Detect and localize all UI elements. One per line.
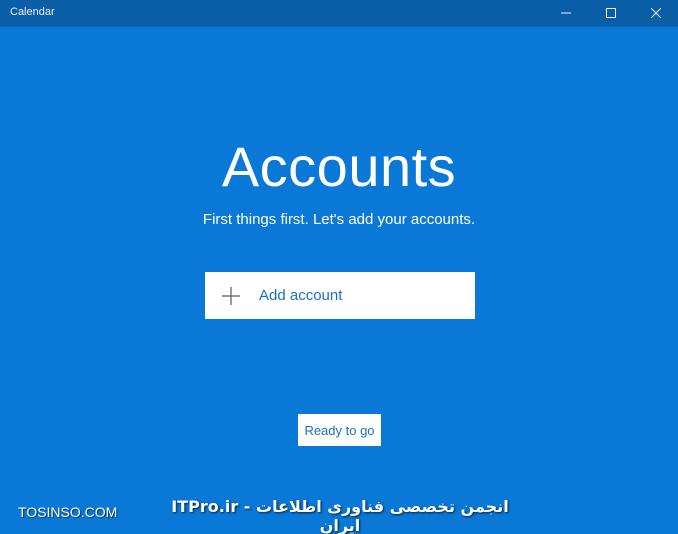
calendar-window: Calendar Accounts First things first. Le… <box>0 0 678 534</box>
app-title: Calendar <box>10 6 55 18</box>
watermark-left: TOSINSO.COM <box>18 504 118 520</box>
title-bar[interactable]: Calendar <box>0 0 678 27</box>
ready-to-go-button[interactable]: Ready to go <box>298 414 381 446</box>
maximize-icon <box>605 8 616 18</box>
page-title: Accounts <box>221 135 457 198</box>
window-controls <box>543 0 678 26</box>
page-subtitle: First things first. Let's add your accou… <box>202 211 476 228</box>
minimize-icon <box>560 12 571 14</box>
close-icon <box>650 8 661 18</box>
add-account-label: Add account <box>259 287 343 304</box>
close-button[interactable] <box>633 0 678 26</box>
plus-icon <box>221 286 241 306</box>
watermark-center: ITPro.ir - انجمن تخصصی فناوری اطلاعات ای… <box>171 497 509 534</box>
add-account-button[interactable]: Add account <box>205 272 475 319</box>
maximize-button[interactable] <box>588 0 633 26</box>
minimize-button[interactable] <box>543 0 588 26</box>
